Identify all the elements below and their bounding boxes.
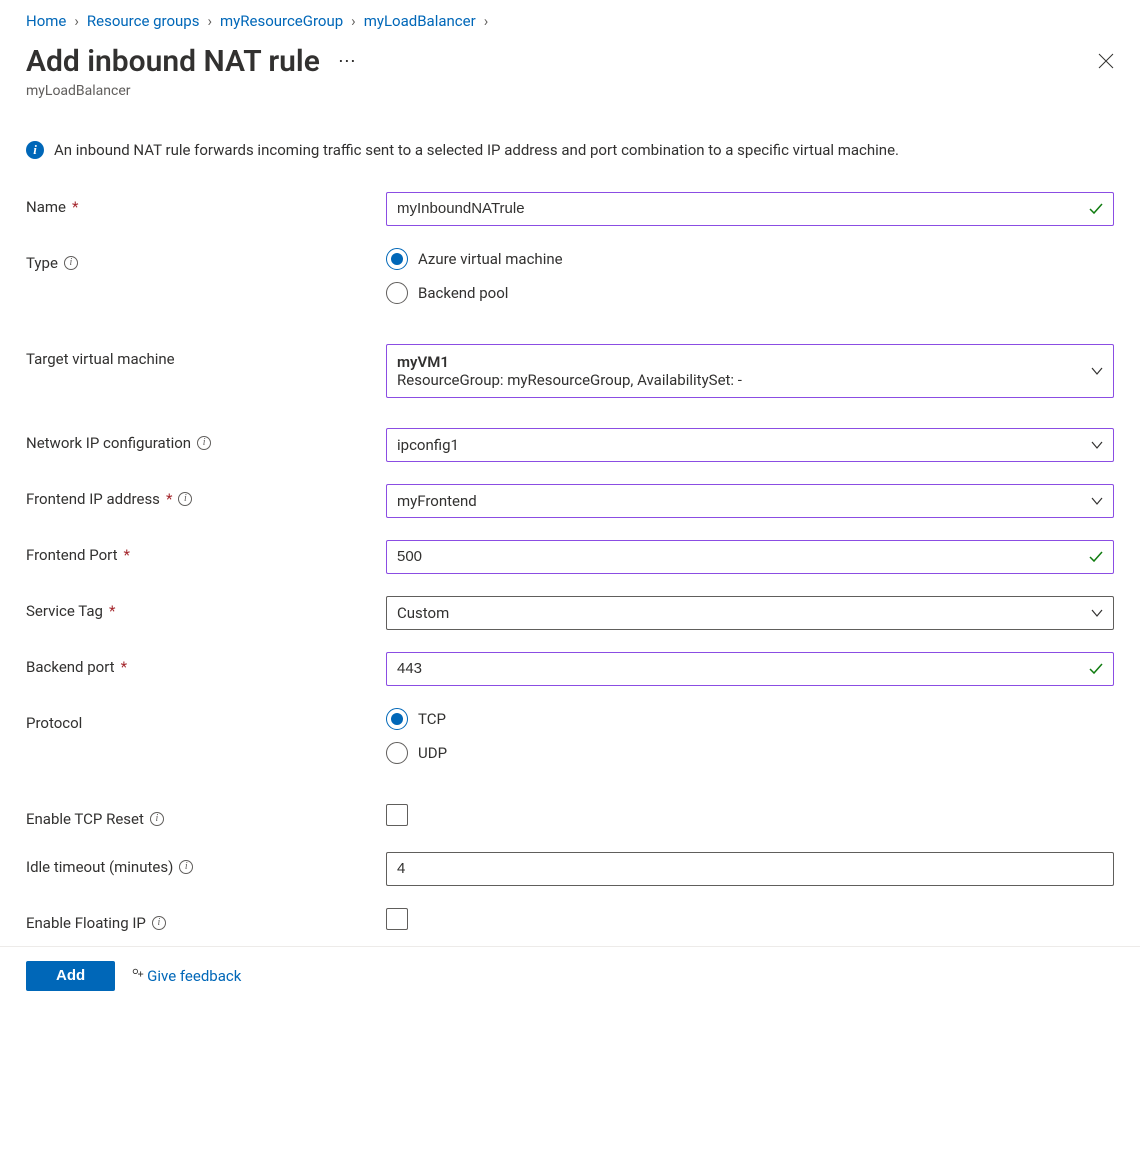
target-vm-select[interactable]: myVM1 ResourceGroup: myResourceGroup, Av…: [386, 344, 1114, 398]
feedback-label: Give feedback: [147, 967, 241, 985]
name-input[interactable]: [386, 192, 1114, 226]
help-icon[interactable]: i: [197, 436, 211, 450]
floating-ip-checkbox[interactable]: [386, 908, 408, 930]
help-icon[interactable]: i: [179, 860, 193, 874]
name-label: Name*: [26, 192, 386, 216]
type-option-label: Azure virtual machine: [418, 250, 563, 268]
backend-port-label: Backend port*: [26, 652, 386, 676]
frontend-ip-value: myFrontend: [386, 484, 1114, 518]
add-button[interactable]: Add: [26, 961, 115, 991]
type-option-azure-vm[interactable]: Azure virtual machine: [386, 248, 1114, 270]
protocol-option-tcp[interactable]: TCP: [386, 708, 1114, 730]
frontend-port-label: Frontend Port*: [26, 540, 386, 564]
breadcrumb-myloadbalancer[interactable]: myLoadBalancer: [364, 12, 476, 30]
radio-checked-icon: [386, 248, 408, 270]
idle-timeout-input[interactable]: [386, 852, 1114, 886]
chevron-right-icon: ›: [70, 12, 83, 30]
protocol-label: Protocol: [26, 708, 386, 732]
radio-unchecked-icon: [386, 282, 408, 304]
net-ip-config-value: ipconfig1: [386, 428, 1114, 462]
type-label: Type i: [26, 248, 386, 272]
frontend-ip-select[interactable]: myFrontend: [386, 484, 1114, 518]
give-feedback-link[interactable]: Give feedback: [131, 967, 241, 985]
protocol-option-udp[interactable]: UDP: [386, 742, 1114, 764]
service-tag-value: Custom: [386, 596, 1114, 630]
type-radio-group: Azure virtual machine Backend pool: [386, 248, 1114, 304]
chevron-right-icon: ›: [347, 12, 360, 30]
net-ip-config-label: Network IP configuration i: [26, 428, 386, 452]
info-banner: i An inbound NAT rule forwards incoming …: [26, 139, 1114, 162]
protocol-option-label: UDP: [418, 744, 447, 762]
chevron-right-icon: ›: [480, 12, 493, 30]
help-icon[interactable]: i: [150, 812, 164, 826]
close-icon: [1098, 53, 1114, 69]
type-option-label: Backend pool: [418, 284, 508, 302]
service-tag-select[interactable]: Custom: [386, 596, 1114, 630]
floating-ip-label: Enable Floating IP i: [26, 908, 386, 932]
footer: Add Give feedback: [0, 946, 1140, 1005]
protocol-radio-group: TCP UDP: [386, 708, 1114, 764]
radio-unchecked-icon: [386, 742, 408, 764]
info-text: An inbound NAT rule forwards incoming tr…: [54, 139, 899, 162]
idle-timeout-label: Idle timeout (minutes) i: [26, 852, 386, 876]
radio-checked-icon: [386, 708, 408, 730]
help-icon[interactable]: i: [178, 492, 192, 506]
target-vm-label: Target virtual machine: [26, 344, 386, 368]
target-vm-detail: ResourceGroup: myResourceGroup, Availabi…: [397, 371, 1073, 389]
help-icon[interactable]: i: [152, 916, 166, 930]
protocol-option-label: TCP: [418, 710, 446, 728]
service-tag-label: Service Tag*: [26, 596, 386, 620]
feedback-icon: [131, 967, 145, 985]
tcp-reset-checkbox[interactable]: [386, 804, 408, 826]
info-icon: i: [26, 141, 44, 159]
type-option-backend-pool[interactable]: Backend pool: [386, 282, 1114, 304]
net-ip-config-select[interactable]: ipconfig1: [386, 428, 1114, 462]
breadcrumb-home[interactable]: Home: [26, 12, 66, 30]
close-button[interactable]: [1098, 52, 1114, 72]
breadcrumb-myresourcegroup[interactable]: myResourceGroup: [220, 12, 343, 30]
chevron-right-icon: ›: [203, 12, 216, 30]
help-icon[interactable]: i: [64, 256, 78, 270]
page-title: Add inbound NAT rule: [26, 44, 320, 79]
tcp-reset-label: Enable TCP Reset i: [26, 804, 386, 828]
more-button[interactable]: ⋯: [338, 53, 358, 71]
breadcrumb: Home › Resource groups › myResourceGroup…: [26, 12, 1114, 30]
breadcrumb-resource-groups[interactable]: Resource groups: [87, 12, 200, 30]
target-vm-value: myVM1: [397, 353, 1073, 371]
backend-port-input[interactable]: [386, 652, 1114, 686]
frontend-port-input[interactable]: [386, 540, 1114, 574]
frontend-ip-label: Frontend IP address* i: [26, 484, 386, 508]
page-subtitle: myLoadBalancer: [26, 83, 1114, 99]
